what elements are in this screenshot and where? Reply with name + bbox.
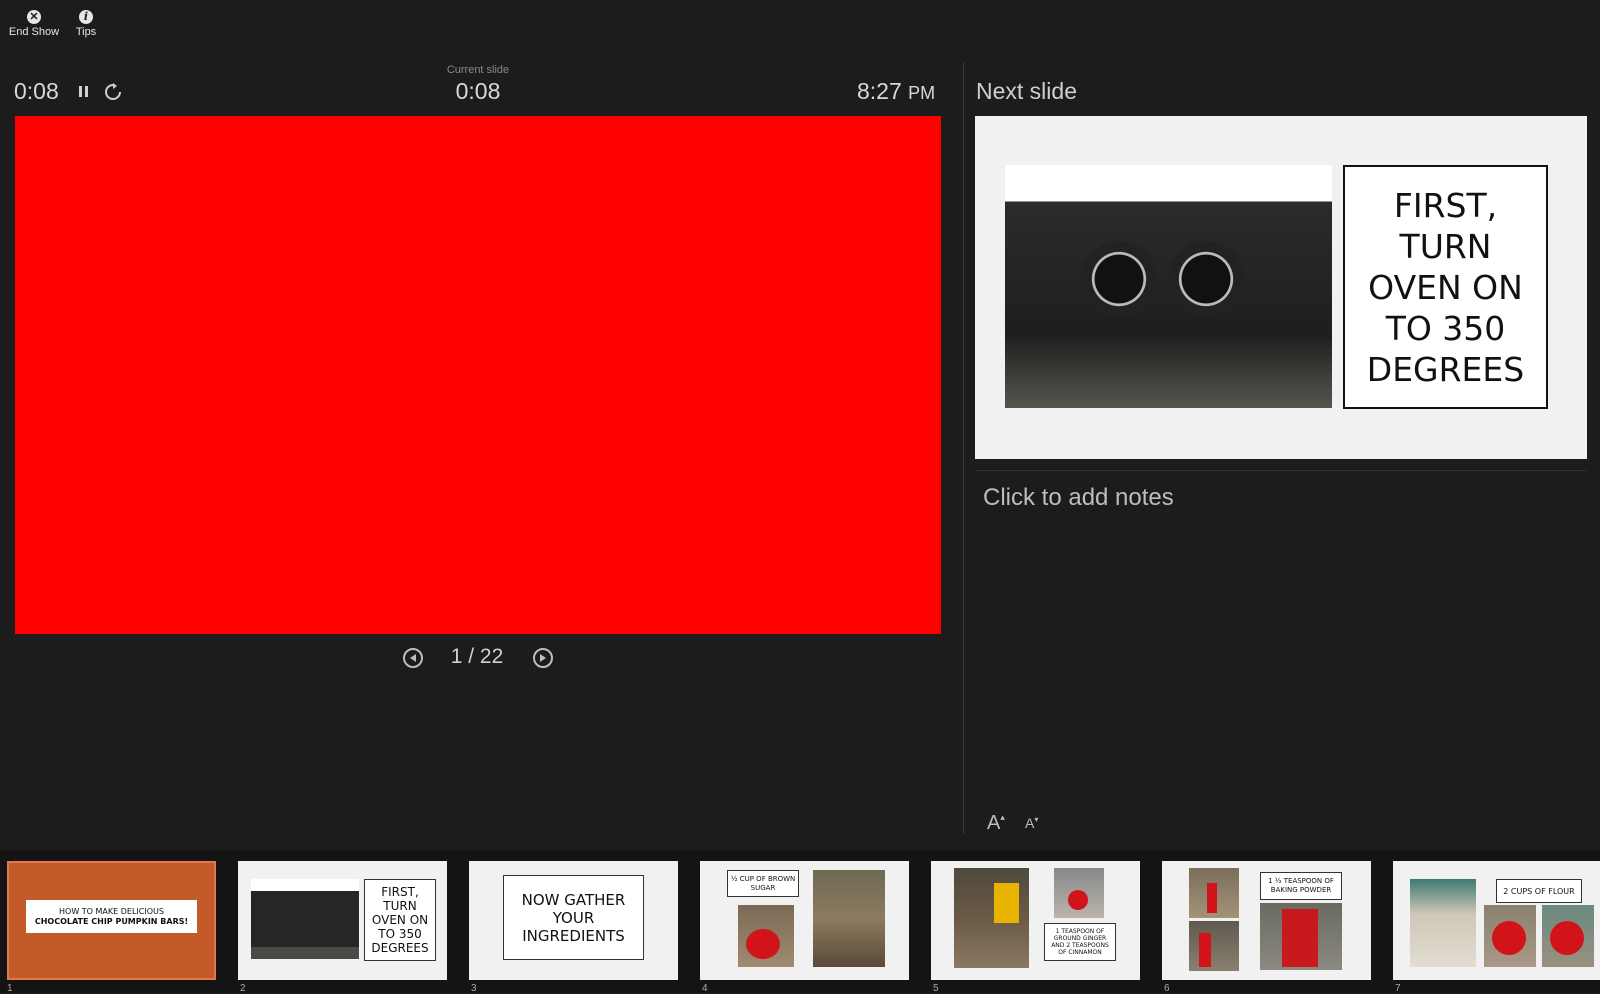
slide-number: 7 bbox=[1395, 983, 1401, 994]
oven-knob bbox=[1081, 241, 1157, 317]
pause-icon bbox=[79, 86, 88, 97]
slide-number: 5 bbox=[933, 983, 939, 994]
slide-number: 4 bbox=[702, 983, 708, 994]
end-show-button[interactable]: ✕ End Show bbox=[8, 10, 60, 38]
tips-button[interactable]: i Tips bbox=[72, 10, 100, 38]
previous-slide-button[interactable] bbox=[403, 648, 423, 668]
next-slide-preview: FIRST, TURN OVEN ON TO 350 DEGREES bbox=[975, 116, 1587, 459]
clock: 8:27 PM bbox=[857, 78, 935, 105]
can-shape bbox=[1282, 909, 1318, 967]
thumb1-line2: CHOCOLATE CHIP PUMPKIN BARS! bbox=[34, 916, 189, 926]
spices-photo bbox=[954, 868, 1029, 968]
slide-thumbnail-5[interactable]: 1 TEASPOON OF GROUND GINGER AND 2 TEASPO… bbox=[931, 861, 1140, 980]
brown-sugar-photo bbox=[813, 870, 885, 967]
thumb-text-card: 1 ½ TEASPOON OF BAKING POWDER bbox=[1260, 872, 1342, 900]
notes-area[interactable]: Click to add notes bbox=[983, 484, 1174, 512]
pause-button[interactable] bbox=[78, 85, 90, 99]
current-slide-view[interactable] bbox=[15, 116, 941, 634]
play-right-icon bbox=[540, 654, 546, 662]
red-spoon-shape bbox=[1068, 890, 1088, 910]
thumb-text-card: NOW GATHER YOUR INGREDIENTS bbox=[503, 875, 644, 960]
red-spoon-shape bbox=[1199, 933, 1211, 967]
thumb-text-card: 2 CUPS OF FLOUR bbox=[1496, 879, 1582, 903]
thumb-text-card: ½ CUP OF BROWN SUGAR bbox=[727, 870, 799, 897]
slide-thumbnail-3[interactable]: NOW GATHER YOUR INGREDIENTS bbox=[469, 861, 678, 980]
flour-photo bbox=[1410, 879, 1476, 967]
oven-photo bbox=[1005, 165, 1332, 408]
next-slide-text-card: FIRST, TURN OVEN ON TO 350 DEGREES bbox=[1343, 165, 1548, 409]
red-cup-shape bbox=[1492, 921, 1526, 955]
title-card: HOW TO MAKE DELICIOUS CHOCOLATE CHIP PUM… bbox=[26, 900, 197, 933]
cup-photo bbox=[1484, 905, 1536, 967]
next-slide-button[interactable] bbox=[533, 648, 553, 668]
slide-number: 6 bbox=[1164, 983, 1170, 994]
elapsed-timer: 0:08 bbox=[14, 78, 59, 104]
slide-number: 2 bbox=[240, 983, 246, 994]
decrease-font-button[interactable]: A▾ bbox=[1025, 815, 1038, 831]
close-icon: ✕ bbox=[27, 10, 41, 24]
notes-divider bbox=[975, 470, 1587, 471]
red-cup-shape bbox=[746, 929, 780, 959]
oven-photo bbox=[251, 879, 359, 959]
refresh-icon bbox=[105, 83, 121, 100]
oven-knob bbox=[1168, 241, 1244, 317]
slide-thumbnail-2[interactable]: FIRST, TURN OVEN ON TO 350 DEGREES bbox=[238, 861, 447, 980]
clock-time: 8:27 bbox=[857, 78, 902, 104]
restart-timer-button[interactable] bbox=[104, 83, 122, 101]
spoon-photo bbox=[1054, 868, 1104, 918]
slide-thumbnail-6[interactable]: 1 ½ TEASPOON OF BAKING POWDER bbox=[1162, 861, 1371, 980]
cup-photo bbox=[1542, 905, 1594, 967]
baking-powder-photo bbox=[1260, 903, 1342, 970]
play-left-icon bbox=[410, 654, 416, 662]
slide-position: 1 / 22 bbox=[450, 645, 504, 668]
end-show-label: End Show bbox=[8, 26, 60, 38]
tips-label: Tips bbox=[75, 26, 97, 38]
increase-font-label: A bbox=[987, 812, 1001, 834]
thumb-text-card: 1 TEASPOON OF GROUND GINGER AND 2 TEASPO… bbox=[1044, 923, 1116, 961]
slide-number: 3 bbox=[471, 983, 477, 994]
increase-font-button[interactable]: A▴ bbox=[987, 812, 1005, 835]
clock-ampm: PM bbox=[908, 83, 936, 103]
decrease-font-label: A bbox=[1025, 815, 1035, 831]
caret-down-icon: ▾ bbox=[1034, 815, 1039, 824]
red-spoon-shape bbox=[1207, 883, 1217, 913]
next-slide-heading: Next slide bbox=[976, 78, 1077, 104]
slide-thumbnail-1[interactable]: HOW TO MAKE DELICIOUS CHOCOLATE CHIP PUM… bbox=[7, 861, 216, 980]
slide-thumbnail-7[interactable]: 2 CUPS OF FLOUR bbox=[1393, 861, 1600, 980]
slide-thumbnail-4[interactable]: ½ CUP OF BROWN SUGAR bbox=[700, 861, 909, 980]
slide-number: 1 bbox=[7, 983, 13, 994]
measuring-cup-photo bbox=[738, 905, 794, 967]
thumb1-line1: HOW TO MAKE DELICIOUS bbox=[59, 906, 164, 916]
current-slide-timer: 0:08 bbox=[455, 78, 501, 104]
spoon-photo bbox=[1189, 921, 1239, 971]
spice-jar-shape bbox=[994, 883, 1019, 923]
current-slide-caption: Current slide bbox=[446, 64, 510, 76]
panel-divider bbox=[963, 62, 964, 834]
spoon-photo bbox=[1189, 868, 1239, 918]
caret-up-icon: ▴ bbox=[1000, 812, 1005, 822]
red-cup-shape bbox=[1550, 921, 1584, 955]
info-icon: i bbox=[79, 10, 93, 24]
thumb-text-card: FIRST, TURN OVEN ON TO 350 DEGREES bbox=[364, 879, 436, 961]
